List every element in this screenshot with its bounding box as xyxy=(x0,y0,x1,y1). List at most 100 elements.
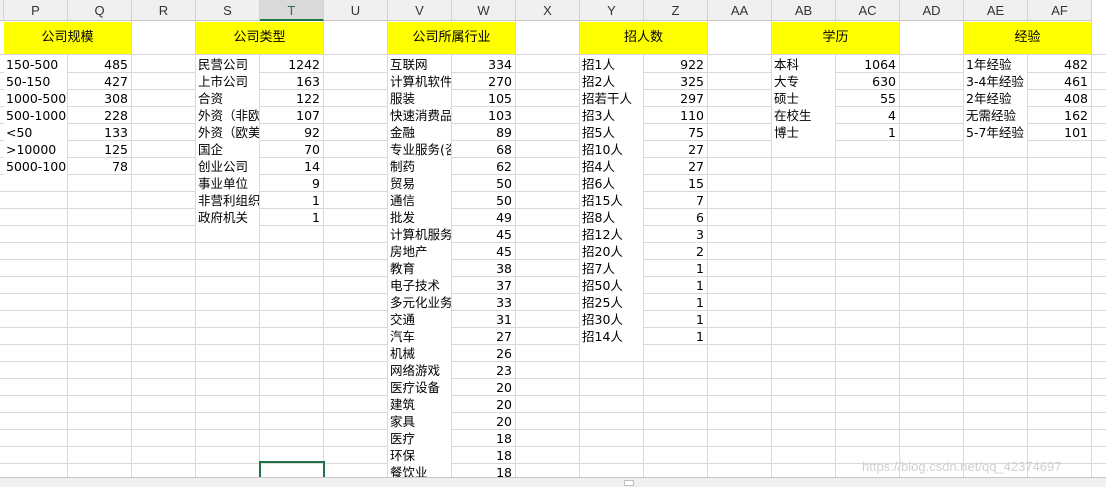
cell-value[interactable]: 23 xyxy=(452,362,515,379)
cell-value[interactable]: 50 xyxy=(452,175,515,192)
cell-label[interactable]: 非营利组织 xyxy=(196,192,259,209)
cell-label[interactable]: 1年经验 xyxy=(964,56,1027,73)
cell-label[interactable]: 招4人 xyxy=(580,158,643,175)
column-header-ae[interactable]: AE xyxy=(964,0,1028,21)
cell-value[interactable]: 27 xyxy=(644,141,707,158)
cell-label[interactable]: 汽车 xyxy=(388,328,451,345)
cell-value[interactable]: 107 xyxy=(260,107,323,124)
cell-value[interactable]: 101 xyxy=(1028,124,1091,141)
column-header-w[interactable]: W xyxy=(452,0,516,21)
column-header-r[interactable]: R xyxy=(132,0,196,21)
cell-label[interactable]: 外资（非欧 xyxy=(196,107,259,124)
cell-value[interactable]: 18 xyxy=(452,430,515,447)
cell-label[interactable]: 招10人 xyxy=(580,141,643,158)
cell-label[interactable]: 创业公司 xyxy=(196,158,259,175)
cell-label[interactable]: 招1人 xyxy=(580,56,643,73)
scrollbar-thumb[interactable] xyxy=(624,480,634,486)
cell-label[interactable]: 硕士 xyxy=(772,90,835,107)
cell-value[interactable]: 125 xyxy=(68,141,131,158)
cell-label[interactable]: 医疗设备 xyxy=(388,379,451,396)
cell-label[interactable]: 招5人 xyxy=(580,124,643,141)
cell-value[interactable]: 15 xyxy=(644,175,707,192)
cell-value[interactable]: 325 xyxy=(644,73,707,90)
column-header-ac[interactable]: AC xyxy=(836,0,900,21)
cell-label[interactable]: 交通 xyxy=(388,311,451,328)
cell-label[interactable]: 2年经验 xyxy=(964,90,1027,107)
cell-label[interactable]: 房地产 xyxy=(388,243,451,260)
cell-value[interactable]: 37 xyxy=(452,277,515,294)
cell-label[interactable]: 通信 xyxy=(388,192,451,209)
cell-value[interactable]: 163 xyxy=(260,73,323,90)
column-header-t[interactable]: T xyxy=(260,0,324,21)
cell-label[interactable]: 专业服务(咨 xyxy=(388,141,451,158)
cell-value[interactable]: 6 xyxy=(644,209,707,226)
cell-value[interactable]: 45 xyxy=(452,243,515,260)
column-header-p[interactable]: P xyxy=(4,0,68,21)
cell-value[interactable]: 92 xyxy=(260,124,323,141)
cell-label[interactable]: 贸易 xyxy=(388,175,451,192)
cell-value[interactable]: 27 xyxy=(644,158,707,175)
cell-value[interactable]: 50 xyxy=(452,192,515,209)
column-header-aa[interactable]: AA xyxy=(708,0,772,21)
cell-label[interactable]: 招若干人 xyxy=(580,90,643,107)
cell-label[interactable]: 大专 xyxy=(772,73,835,90)
cell-value[interactable]: 228 xyxy=(68,107,131,124)
cell-value[interactable]: 14 xyxy=(260,158,323,175)
column-header-ab[interactable]: AB xyxy=(772,0,836,21)
cell-value[interactable]: 62 xyxy=(452,158,515,175)
cell-value[interactable]: 68 xyxy=(452,141,515,158)
cell-label[interactable]: 国企 xyxy=(196,141,259,158)
column-header-ad[interactable]: AD xyxy=(900,0,964,21)
cell-label[interactable]: >10000 xyxy=(4,141,67,158)
cell-value[interactable]: 45 xyxy=(452,226,515,243)
cell-value[interactable]: 1 xyxy=(644,277,707,294)
cell-value[interactable]: 461 xyxy=(1028,73,1091,90)
cell-value[interactable]: 1 xyxy=(644,311,707,328)
cell-value[interactable]: 3 xyxy=(644,226,707,243)
cell-value[interactable]: 105 xyxy=(452,90,515,107)
cell-value[interactable]: 26 xyxy=(452,345,515,362)
column-header-q[interactable]: Q xyxy=(68,0,132,21)
cell-value[interactable]: 133 xyxy=(68,124,131,141)
cell-label[interactable]: 500-1000 xyxy=(4,107,67,124)
cell-label[interactable]: 医疗 xyxy=(388,430,451,447)
cell-label[interactable]: 招50人 xyxy=(580,277,643,294)
cell-label[interactable]: 3-4年经验 xyxy=(964,73,1027,90)
table-header[interactable]: 招人数 xyxy=(580,22,707,54)
cell-label[interactable]: 电子技术 xyxy=(388,277,451,294)
cell-label[interactable]: 150-500 xyxy=(4,56,67,73)
cell-value[interactable]: 1242 xyxy=(260,56,323,73)
cell-label[interactable]: 招12人 xyxy=(580,226,643,243)
cell-value[interactable]: 308 xyxy=(68,90,131,107)
cell-value[interactable]: 20 xyxy=(452,396,515,413)
cell-label[interactable]: 制药 xyxy=(388,158,451,175)
cell-value[interactable]: 18 xyxy=(452,447,515,464)
cell-value[interactable]: 922 xyxy=(644,56,707,73)
cell-value[interactable]: 75 xyxy=(644,124,707,141)
cell-label[interactable]: 招14人 xyxy=(580,328,643,345)
cell-label[interactable]: 多元化业务 xyxy=(388,294,451,311)
cell-label[interactable]: 计算机软件 xyxy=(388,73,451,90)
cell-label[interactable]: 快速消费品 xyxy=(388,107,451,124)
cell-label[interactable]: 招7人 xyxy=(580,260,643,277)
cell-label[interactable]: 机械 xyxy=(388,345,451,362)
cell-value[interactable]: 297 xyxy=(644,90,707,107)
cell-label[interactable]: <50 xyxy=(4,124,67,141)
cell-label[interactable]: 在校生 xyxy=(772,107,835,124)
table-header[interactable]: 经验 xyxy=(964,22,1091,54)
spreadsheet-grid[interactable]: P Q R S T U V W X Y Z AA AB AC AD AE AF 公司规模 150-500 485 50-… xyxy=(0,0,1106,486)
cell-value[interactable]: 55 xyxy=(836,90,899,107)
cell-label[interactable]: 招2人 xyxy=(580,73,643,90)
cell-label[interactable]: 博士 xyxy=(772,124,835,141)
cell-label[interactable]: 环保 xyxy=(388,447,451,464)
cell-value[interactable]: 103 xyxy=(452,107,515,124)
cell-label[interactable]: 1000-5000 xyxy=(4,90,67,107)
cell-label[interactable]: 外资（欧美 xyxy=(196,124,259,141)
cell-label[interactable]: 金融 xyxy=(388,124,451,141)
cell-value[interactable]: 1064 xyxy=(836,56,899,73)
cell-value[interactable]: 1 xyxy=(260,209,323,226)
column-header-z[interactable]: Z xyxy=(644,0,708,21)
column-header-y[interactable]: Y xyxy=(580,0,644,21)
cell-value[interactable]: 122 xyxy=(260,90,323,107)
cell-label[interactable]: 招30人 xyxy=(580,311,643,328)
